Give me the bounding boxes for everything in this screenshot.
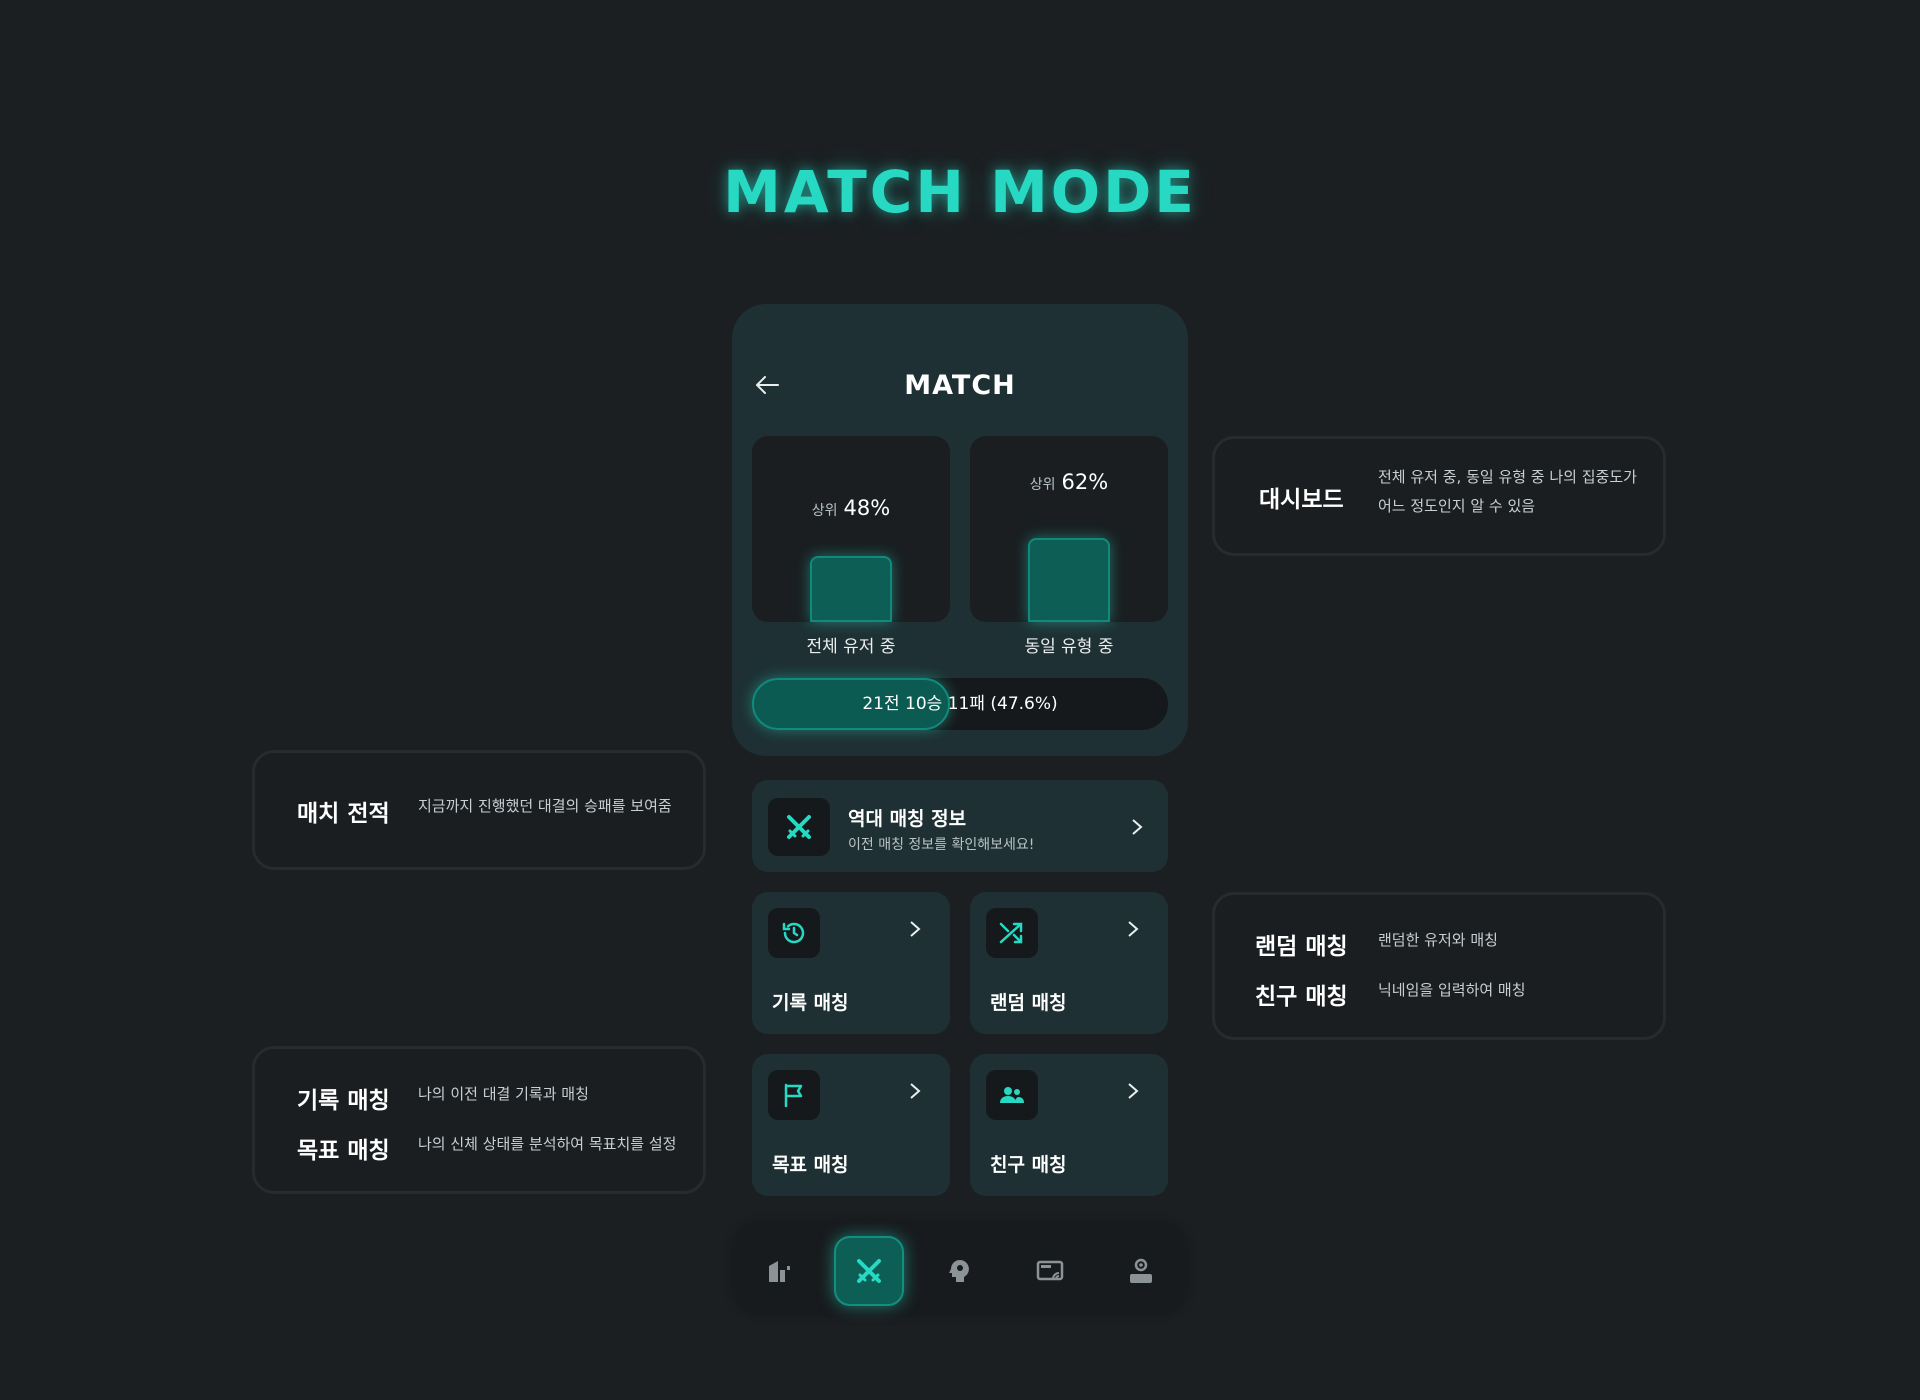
record-match-card[interactable]: 기록 매칭 bbox=[752, 892, 950, 1034]
rank-label: 전체 유저 중 bbox=[806, 637, 896, 657]
record-goal-annotation: 기록 매칭 나의 이전 대결 기록과 매칭 목표 매칭 나의 신체 상태를 분석… bbox=[252, 1046, 706, 1194]
goal-match-card[interactable]: 목표 매칭 bbox=[752, 1054, 950, 1196]
friend-match-label: 친구 매칭 bbox=[990, 1154, 1067, 1176]
annotation-desc: 나의 이전 대결 기록과 매칭 bbox=[418, 1085, 589, 1103]
dashboard-annotation: 대시보드 전체 유저 중, 동일 유형 중 나의 집중도가 어느 정도인지 알 … bbox=[1212, 436, 1666, 556]
friends-icon bbox=[986, 1070, 1038, 1120]
rank-value: 상위 62% bbox=[1029, 470, 1109, 494]
match-history-subtitle: 이전 매칭 정보를 확인해보세요! bbox=[848, 837, 1035, 853]
random-match-card[interactable]: 랜덤 매칭 bbox=[970, 892, 1168, 1034]
annotation-desc: 나의 신체 상태를 분석하여 목표치를 설정 bbox=[418, 1135, 677, 1153]
match-history-title: 역대 매칭 정보 bbox=[848, 808, 967, 830]
crossed-swords-icon bbox=[768, 798, 830, 856]
dashboard-section: MATCH 상위 48% 상위 62% 전체 유저 중 동일 유형 중 21전 10… bbox=[732, 304, 1188, 756]
annotation-title: 기록 매칭 bbox=[297, 1088, 390, 1114]
chevron-right-icon bbox=[910, 1083, 921, 1099]
chevron-right-icon bbox=[910, 921, 921, 937]
annotation-title: 목표 매칭 bbox=[297, 1138, 390, 1164]
match-record-annotation: 매치 전적 지금까지 진행했던 대결의 승패를 보여줌 bbox=[252, 750, 706, 870]
match-record-progress: 21전 10승 11패 (47.6%) bbox=[752, 678, 1168, 730]
goal-match-label: 목표 매칭 bbox=[772, 1154, 849, 1176]
head-brain-icon[interactable] bbox=[925, 1236, 995, 1306]
match-record-text: 21전 10승 11패 (47.6%) bbox=[862, 694, 1058, 714]
bottom-nav bbox=[732, 1224, 1188, 1316]
phone-mockup: MATCH 상위 48% 상위 62% 전체 유저 중 동일 유형 중 21전 10… bbox=[732, 304, 1188, 1316]
monitor-broadcast-icon[interactable] bbox=[1015, 1236, 1085, 1306]
profile-icon[interactable] bbox=[1106, 1236, 1176, 1306]
rank-card-same-type: 상위 62% bbox=[970, 436, 1168, 622]
annotation-desc: 지금까지 진행했던 대결의 승패를 보여줌 bbox=[418, 797, 672, 815]
rank-card-all-users: 상위 48% bbox=[752, 436, 950, 622]
annotation-title: 매치 전적 bbox=[297, 801, 390, 827]
annotation-title: 랜덤 매칭 bbox=[1255, 934, 1348, 960]
flag-icon bbox=[768, 1070, 820, 1120]
home-icon[interactable] bbox=[744, 1236, 814, 1306]
chevron-right-icon bbox=[1132, 819, 1143, 835]
rank-bar bbox=[810, 556, 892, 622]
annotation-title: 대시보드 bbox=[1259, 487, 1344, 513]
page-title: MATCH bbox=[904, 370, 1016, 401]
chevron-right-icon bbox=[1128, 921, 1139, 937]
friend-match-card[interactable]: 친구 매칭 bbox=[970, 1054, 1168, 1196]
annotation-desc: 랜덤한 유저와 매칭 bbox=[1378, 931, 1498, 949]
crossed-swords-icon[interactable] bbox=[834, 1236, 904, 1306]
rank-value: 상위 48% bbox=[811, 496, 891, 520]
rank-bar bbox=[1028, 538, 1110, 622]
annotation-title: 친구 매칭 bbox=[1255, 984, 1348, 1010]
random-match-label: 랜덤 매칭 bbox=[990, 992, 1067, 1014]
rank-label: 동일 유형 중 bbox=[1024, 637, 1114, 657]
history-clock-icon bbox=[768, 908, 820, 958]
chevron-right-icon bbox=[1128, 1083, 1139, 1099]
random-friend-annotation: 랜덤 매칭 랜덤한 유저와 매칭 친구 매칭 닉네임을 입력하여 매칭 bbox=[1212, 892, 1666, 1040]
annotation-desc: 전체 유저 중, 동일 유형 중 나의 집중도가 어느 정도인지 알 수 있음 bbox=[1378, 468, 1637, 515]
hero-title: MATCH MODE bbox=[723, 158, 1197, 226]
annotation-desc: 닉네임을 입력하여 매칭 bbox=[1378, 981, 1526, 999]
record-match-label: 기록 매칭 bbox=[772, 992, 849, 1014]
shuffle-icon bbox=[986, 908, 1038, 958]
match-history-card[interactable]: 역대 매칭 정보 이전 매칭 정보를 확인해보세요! bbox=[752, 780, 1168, 872]
